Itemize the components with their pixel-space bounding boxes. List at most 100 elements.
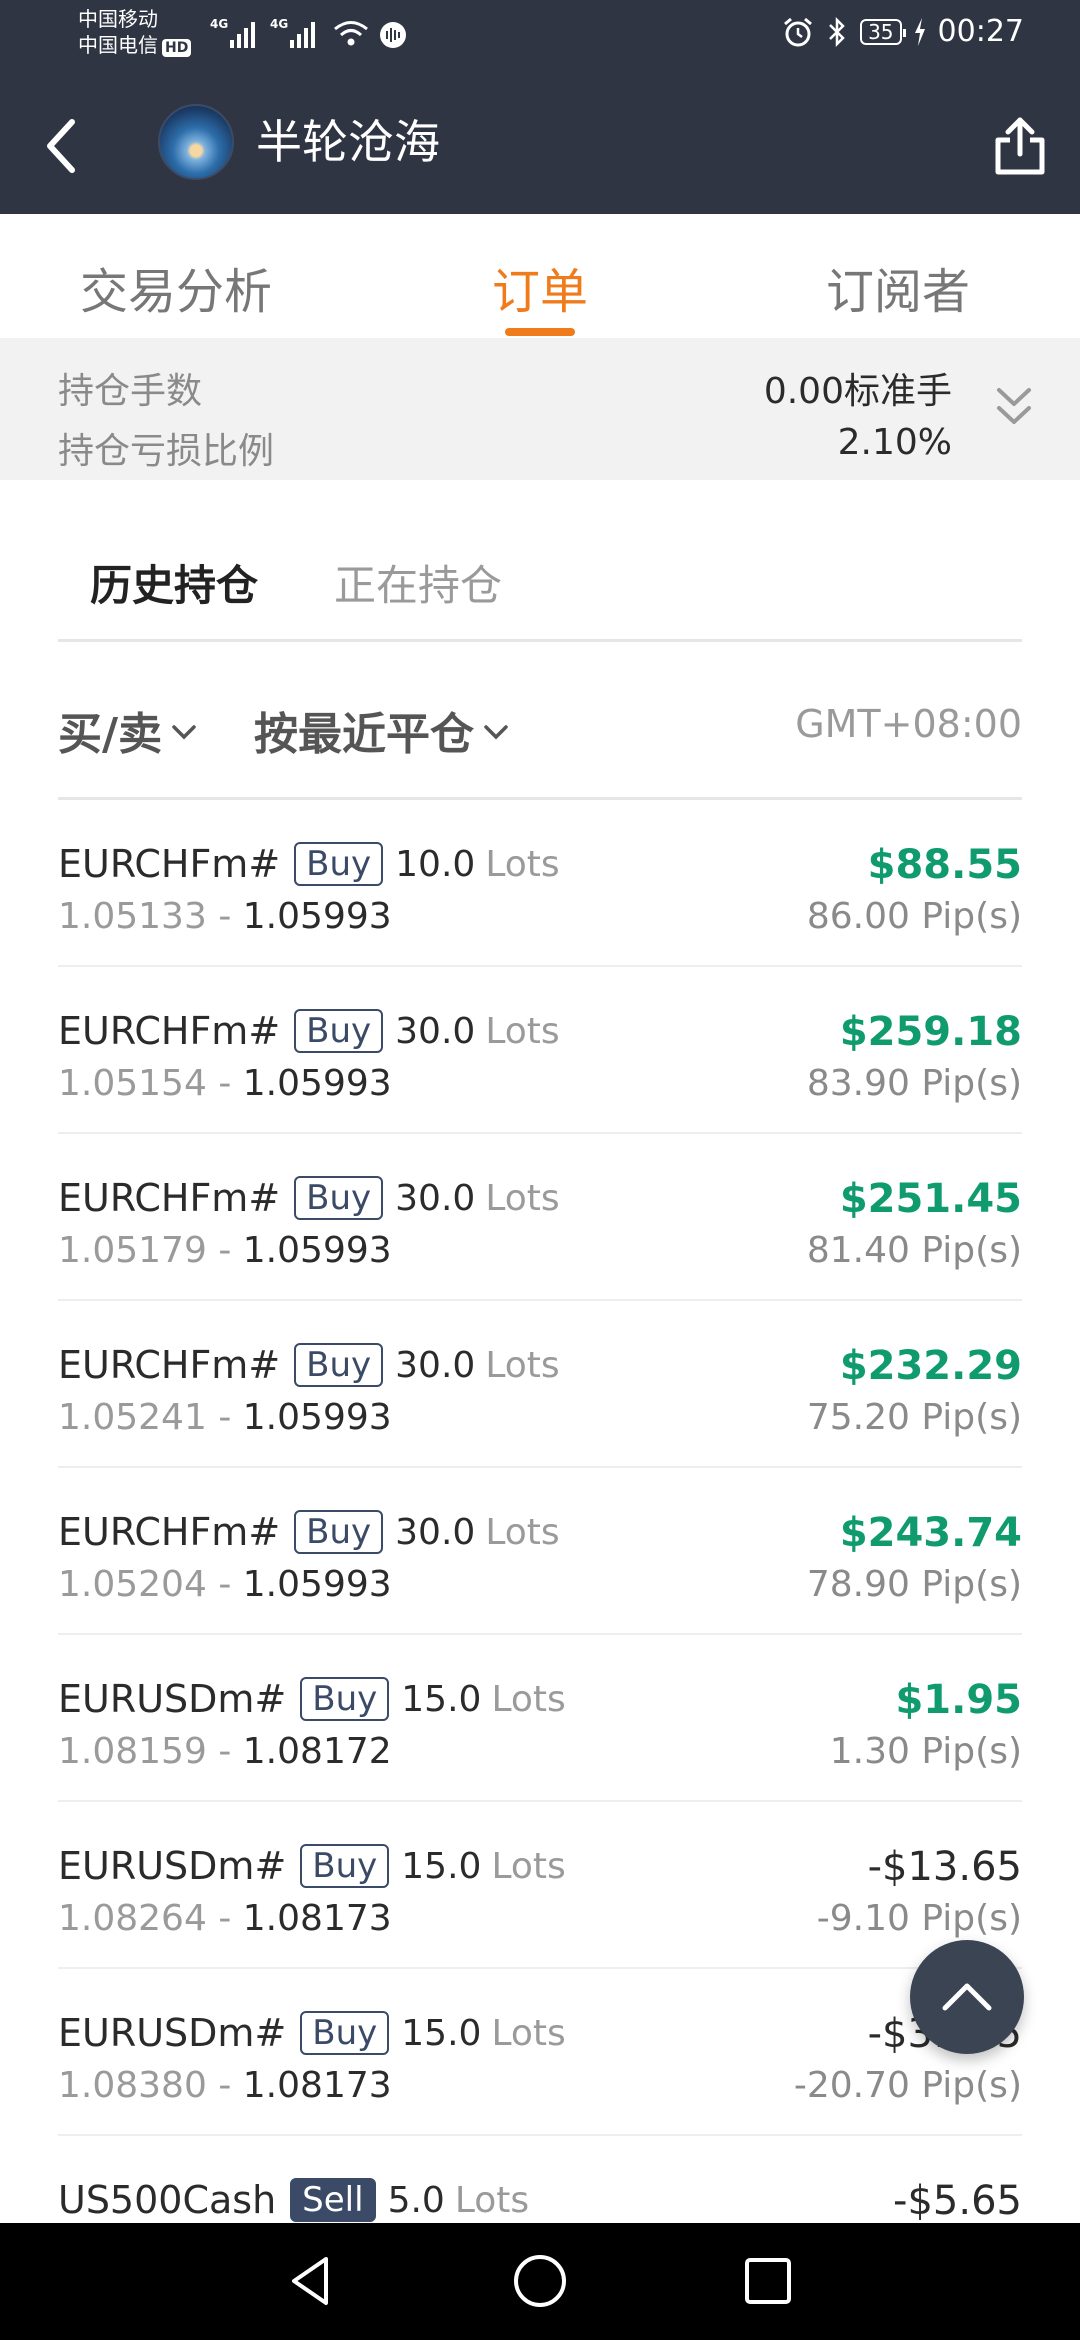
order-pips: 86.00 Pip(s) xyxy=(806,896,1022,937)
order-lots-unit: Lots xyxy=(485,1344,560,1386)
nav-recents-icon[interactable] xyxy=(738,2251,798,2311)
order-side-badge: Buy xyxy=(300,1844,390,1888)
order-pips: -9.10 Pip(s) xyxy=(816,1898,1022,1939)
order-profit: -$5.65 xyxy=(893,2178,1022,2224)
order-row[interactable]: EURUSDm#Buy15.0Lots 1.08380 - 1.08173 -$… xyxy=(58,1969,1022,2136)
price-separator: - xyxy=(218,1564,232,1605)
order-lots: 15.0 xyxy=(401,1678,482,1720)
signal-icon: 4G xyxy=(210,17,255,48)
order-profit: $88.55 xyxy=(867,842,1022,888)
order-close-price: 1.08173 xyxy=(242,1898,392,1939)
order-row[interactable]: EURCHFm# Buy 30.0 Lots 1.05154 - 1.05993 $2… xyxy=(58,967,1022,1134)
order-lots-unit: Lots xyxy=(485,1177,560,1219)
main-tabs: 交易分析 订单 订阅者 xyxy=(0,214,1080,338)
order-profit: $251.45 xyxy=(839,1176,1022,1222)
carrier-2: 中国电信 xyxy=(78,33,158,57)
order-open-price: 1.08264 xyxy=(58,1898,207,1939)
order-row[interactable]: EURCHFm# Buy 10.0 Lots 1.05133 - 1.05993 $8… xyxy=(58,800,1022,967)
order-open-price: 1.05241 xyxy=(58,1397,207,1438)
order-row[interactable]: EURCHFm# Buy 30.0 Lots 1.05241 - 1.05993 $2… xyxy=(58,1301,1022,1468)
position-lots-label: 持仓手数 xyxy=(58,371,203,412)
order-symbol: EURCHFm# xyxy=(58,1009,281,1053)
order-open-price: 1.08159 xyxy=(58,1731,207,1772)
status-bar: 中国移动 中国电信 HD 4G 4G 35 00:27 xyxy=(0,0,1080,70)
tab-orders[interactable]: 订单 xyxy=(492,252,588,322)
svg-text:4G: 4G xyxy=(210,17,228,31)
order-side-badge: Buy xyxy=(300,1677,390,1721)
carrier-info: 中国移动 中国电信 HD xyxy=(78,6,192,58)
order-symbol: EURCHFm# xyxy=(58,842,281,886)
subtab-history[interactable]: 历史持仓 xyxy=(90,552,258,613)
order-side-badge: Buy xyxy=(294,1009,384,1053)
nav-home-icon[interactable] xyxy=(510,2251,570,2311)
sort-filter-dropdown[interactable]: 按最近平仓 xyxy=(254,698,510,762)
order-open-price: 1.05154 xyxy=(58,1063,207,1104)
alarm-icon xyxy=(784,17,813,46)
position-summary[interactable]: 持仓手数 0.00标准手 持仓亏损比例 2.10% xyxy=(0,338,1080,480)
tab-subscribers[interactable]: 订阅者 xyxy=(826,252,970,322)
share-icon[interactable] xyxy=(988,114,1052,178)
order-lots: 10.0 xyxy=(395,843,476,885)
order-lots-unit: Lots xyxy=(491,1678,566,1720)
signal-icon-2: 4G xyxy=(270,17,315,48)
order-lots-unit: Lots xyxy=(485,1010,560,1052)
position-pl-value: 2.10% xyxy=(837,422,952,463)
subtab-open[interactable]: 正在持仓 xyxy=(334,552,502,613)
order-symbol: EURUSDm# xyxy=(58,1677,287,1721)
order-lots: 30.0 xyxy=(395,1344,476,1386)
back-arrow-icon[interactable] xyxy=(40,116,90,176)
order-pips: 78.90 Pip(s) xyxy=(806,1564,1022,1605)
order-lots: 30.0 xyxy=(395,1511,476,1553)
system-nav-bar xyxy=(0,2223,1080,2340)
order-close-price: 1.05993 xyxy=(242,896,392,937)
order-close-price: 1.05993 xyxy=(242,1564,392,1605)
tab-trading-analysis[interactable]: 交易分析 xyxy=(80,252,272,322)
order-lots-unit: Lots xyxy=(491,1845,566,1887)
expand-chevron-icon[interactable] xyxy=(994,384,1034,432)
order-side-badge: Buy xyxy=(294,1343,384,1387)
order-symbol: EURUSDm# xyxy=(58,1844,287,1888)
nav-back-icon[interactable] xyxy=(282,2251,342,2311)
order-side-badge: Buy xyxy=(300,2011,390,2055)
carrier-1: 中国移动 xyxy=(78,7,158,31)
order-row[interactable]: EURUSDm# Buy 15.0 Lots 1.08159 - 1.08172 $1… xyxy=(58,1635,1022,1802)
battery-indicator: 35 xyxy=(860,18,907,45)
order-lots-unit: Lots xyxy=(491,2012,566,2054)
order-lots: 30.0 xyxy=(395,1177,476,1219)
bluetooth-icon xyxy=(829,16,845,47)
order-pips: 75.20 Pip(s) xyxy=(806,1397,1022,1438)
sort-filter-label: 按最近平仓 xyxy=(254,709,474,760)
price-separator: - xyxy=(218,1898,232,1939)
order-pips: -20.70 Pip(s) xyxy=(793,2065,1022,2106)
order-symbol: EURCHFm# xyxy=(58,1176,281,1220)
order-symbol: EURUSDm# xyxy=(58,2011,287,2055)
order-profit: $1.95 xyxy=(895,1677,1022,1723)
order-close-price: 1.08173 xyxy=(242,2065,392,2106)
side-filter-dropdown[interactable]: 买/卖 xyxy=(58,698,198,762)
order-open-price: 1.08380 xyxy=(58,2065,207,2106)
order-profit: $232.29 xyxy=(839,1343,1022,1389)
side-filter-label: 买/卖 xyxy=(58,709,163,760)
order-row[interactable]: EURCHFm# Buy 30.0 Lots 1.05179 - 1.05993 $2… xyxy=(58,1134,1022,1301)
order-close-price: 1.05993 xyxy=(242,1230,392,1271)
chevron-up-icon xyxy=(942,1983,992,2011)
timezone-label: GMT+08:00 xyxy=(795,702,1022,746)
order-close-price: 1.05993 xyxy=(242,1397,392,1438)
order-symbol: EURCHFm# xyxy=(58,1343,281,1387)
price-separator: - xyxy=(218,896,232,937)
position-subtabs: 历史持仓 正在持仓 xyxy=(0,480,1080,640)
sound-wave-icon xyxy=(380,22,406,48)
order-row[interactable]: EURUSDm# Buy 15.0 Lots 1.08264 - 1.08173 -$… xyxy=(58,1802,1022,1969)
avatar[interactable] xyxy=(158,104,234,180)
order-pips: 1.30 Pip(s) xyxy=(829,1731,1022,1772)
order-row[interactable]: EURCHFm# Buy 30.0 Lots 1.05204 - 1.05993 $2… xyxy=(58,1468,1022,1635)
order-symbol: US500Cash xyxy=(58,2178,277,2222)
order-lots: 30.0 xyxy=(395,1010,476,1052)
order-close-price: 1.08172 xyxy=(242,1731,392,1772)
position-pl-label: 持仓亏损比例 xyxy=(58,431,275,472)
scroll-to-top-button[interactable] xyxy=(910,1940,1024,2054)
order-open-price: 1.05179 xyxy=(58,1230,207,1271)
order-lots-unit: Lots xyxy=(485,1511,560,1553)
filter-bar: 买/卖 按最近平仓 GMT+08:00 xyxy=(0,642,1080,798)
order-side-badge: Buy xyxy=(294,1510,384,1554)
